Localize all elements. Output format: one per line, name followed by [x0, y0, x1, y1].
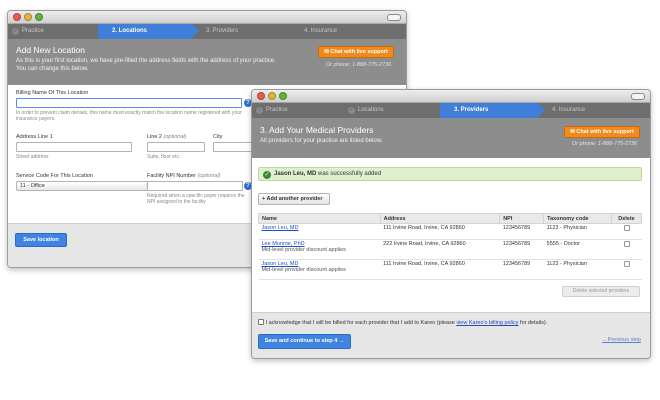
npi-input[interactable] [147, 181, 243, 191]
minimize-window-button[interactable] [24, 13, 32, 21]
chat-support-button[interactable]: ✉ Chat with live support [564, 126, 640, 138]
address1-label: Address Line 1 [16, 134, 53, 140]
service-code-select[interactable]: 11 - Office ⇕ [16, 181, 154, 191]
toolbar-toggle-button[interactable] [631, 93, 645, 100]
step-label: Locations [358, 107, 384, 113]
provider-npi: 123456789 [499, 239, 544, 260]
billing-name-hint: In order to prevent claim denials, this … [16, 110, 242, 122]
support-phone: Or phone: 1-888-775-2736 [572, 141, 638, 147]
address1-hint: Street address [16, 154, 49, 160]
step-insurance[interactable]: 4. Insurance [290, 24, 400, 39]
column-header[interactable]: Name [258, 213, 381, 224]
billing-name-input[interactable] [16, 98, 242, 108]
provider-address: 111 Irvine Road, Irvine, CA 92860 [380, 223, 500, 240]
step-insurance[interactable]: 4. Insurance [538, 103, 650, 118]
delete-checkbox[interactable] [623, 261, 630, 267]
minimize-window-button[interactable] [268, 92, 276, 100]
step-label: 3. Providers [206, 28, 239, 34]
wizard-steps: ✓ Practice ✓ Locations 3. Providers 4. I… [252, 103, 650, 118]
page-header: 3. Add Your Medical Providers All provid… [252, 118, 650, 158]
step-practice[interactable]: ✓ Practice [252, 103, 344, 118]
wizard-steps: ✓ Practice 2. Locations 3. Providers 4. … [8, 24, 406, 39]
page-description: As this is your first location, we have … [16, 58, 276, 72]
step-label: Practice [266, 107, 288, 113]
provider-taxonomy: 5555 - Doctor [543, 239, 612, 260]
zoom-window-button[interactable] [279, 92, 287, 100]
provider-npi: 123456789 [499, 259, 544, 280]
column-header[interactable]: NPI [499, 213, 545, 224]
success-message: ✓ Jason Leu, MD was successfully added [258, 167, 642, 181]
provider-npi: 123456789 [499, 223, 544, 240]
city-label: City [213, 134, 223, 140]
line2-input[interactable] [147, 142, 205, 152]
providers-table: Name Address NPI Taxonomy code Delete Ja… [258, 213, 642, 280]
column-header[interactable]: Delete [611, 213, 642, 224]
step-locations[interactable]: 2. Locations [98, 24, 199, 39]
provider-address: 111 Irvine Road, Irvine, CA 92860 [380, 259, 500, 280]
city-input[interactable] [213, 142, 253, 152]
success-text: was successfully added [316, 171, 382, 177]
step-practice[interactable]: ✓ Practice [8, 24, 98, 39]
provider-taxonomy: 1123 - Physician [543, 223, 612, 240]
success-provider-name: Jason Leu, MD [274, 171, 317, 177]
service-code-label: Service Code For This Location [16, 173, 93, 179]
billing-acknowledgement: I acknowledge that I will be billed for … [258, 319, 547, 326]
column-header[interactable]: Taxonomy code [543, 213, 612, 224]
step-arrow [538, 103, 545, 117]
step-locations[interactable]: ✓ Locations [344, 103, 440, 118]
check-icon: ✓ [256, 107, 263, 114]
address1-input[interactable] [16, 142, 132, 152]
step-label: 3. Providers [454, 107, 489, 113]
check-icon: ✓ [12, 28, 19, 35]
step-arrow [192, 24, 199, 38]
window-controls [13, 13, 43, 21]
toolbar-toggle-button[interactable] [387, 14, 401, 21]
delete-selected-button[interactable]: Delete selected providers [562, 286, 640, 297]
acknowledge-checkbox[interactable] [258, 319, 264, 325]
billing-policy-link[interactable]: view Kareo's billing policy [456, 320, 518, 326]
provider-discount-note: Mid-level provider discount applies [261, 267, 346, 273]
zoom-window-button[interactable] [35, 13, 43, 21]
close-window-button[interactable] [257, 92, 265, 100]
provider-discount-note: Mid-level provider discount applies [261, 247, 346, 253]
check-icon: ✓ [348, 107, 355, 114]
page-header: Add New Location As this is your first l… [8, 39, 406, 85]
line2-label: Line 2 (optional) [147, 134, 187, 140]
line2-hint: Suite, floor etc. [147, 154, 181, 160]
step-label: 2. Locations [112, 28, 148, 34]
previous-step-link[interactable]: ←Previous step [602, 337, 641, 343]
npi-hint: Required when a specific payer requires … [147, 193, 245, 205]
provider-name-link[interactable]: Jason Leu, MD [262, 225, 299, 231]
table-row: Lee Munroe, PhD Mid-level provider disco… [258, 239, 642, 260]
step-label: Practice [22, 28, 44, 34]
npi-label: Facility NPI Number (optional) [147, 173, 221, 179]
table-row: Jason Leu, MD Mid-level provider discoun… [258, 259, 642, 280]
footer-bar: I acknowledge that I will be billed for … [252, 312, 650, 358]
checkmark-icon: ✓ [263, 171, 271, 179]
save-location-button[interactable]: Save location [15, 233, 67, 247]
provider-taxonomy: 1123 - Physician [543, 259, 612, 280]
title-bar [252, 90, 650, 103]
step-label: 4. Insurance [552, 107, 586, 113]
delete-checkbox[interactable] [623, 241, 630, 247]
add-provider-button[interactable]: + Add another provider [258, 193, 330, 205]
support-phone: Or phone: 1-888-775-2736 [326, 62, 392, 68]
table-row: Jason Leu, MD 111 Irvine Road, Irvine, C… [258, 223, 642, 240]
chat-support-button[interactable]: ✉ Chat with live support [318, 46, 394, 58]
step-label: 4. Insurance [304, 28, 338, 34]
column-header[interactable]: Address [379, 213, 501, 224]
window-controls [257, 92, 287, 100]
title-bar [8, 11, 406, 24]
delete-checkbox[interactable] [623, 225, 630, 231]
table-header-row: Name Address NPI Taxonomy code Delete [258, 213, 642, 224]
save-continue-button[interactable]: Save and continue to step 4 → [258, 334, 351, 349]
close-window-button[interactable] [13, 13, 21, 21]
providers-window: ✓ Practice ✓ Locations 3. Providers 4. I… [251, 89, 651, 359]
step-providers[interactable]: 3. Providers [440, 103, 545, 118]
step-providers[interactable]: 3. Providers [192, 24, 290, 39]
billing-name-label: Billing Name Of This Location [16, 90, 89, 96]
provider-address: 222 Irvine Road, Irvine, CA 92860 [380, 239, 500, 260]
